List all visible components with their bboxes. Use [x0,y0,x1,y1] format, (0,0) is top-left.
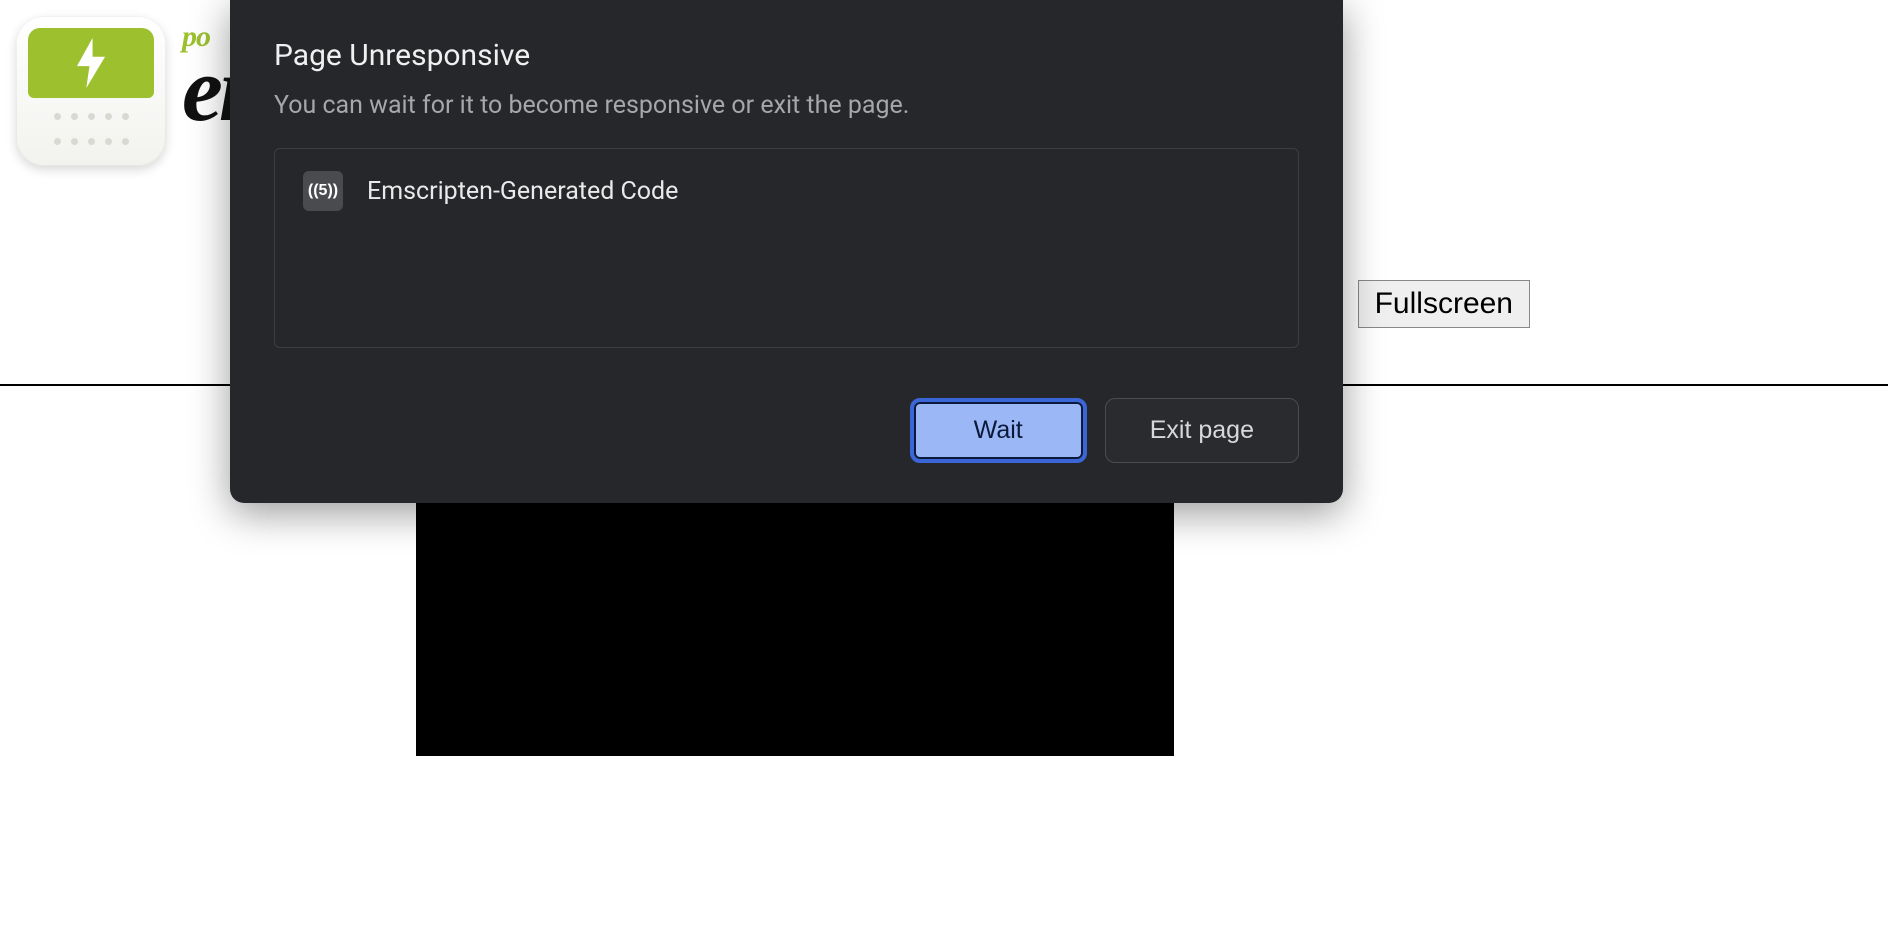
fullscreen-button[interactable]: Fullscreen [1358,280,1530,328]
dialog-actions: Wait Exit page [274,398,1299,463]
logo-bottom [28,98,154,154]
list-item[interactable]: ((5)) Emscripten-Generated Code [303,171,1270,211]
wait-button[interactable]: Wait [910,398,1087,463]
unresponsive-pages-list: ((5)) Emscripten-Generated Code [274,148,1299,348]
logo-top [28,28,154,98]
page-favicon-icon: ((5)) [303,171,343,211]
list-item-label: Emscripten-Generated Code [367,177,678,206]
page-unresponsive-dialog: Page Unresponsive You can wait for it to… [230,0,1343,503]
emscripten-logo [16,16,166,166]
page-root: po en Fullscreen Page Unresponsive You c… [0,0,1888,936]
lightning-bolt-icon [72,38,110,88]
dialog-subtitle: You can wait for it to become responsive… [274,91,1299,120]
dialog-title: Page Unresponsive [274,38,1299,73]
exit-page-button[interactable]: Exit page [1105,398,1299,463]
